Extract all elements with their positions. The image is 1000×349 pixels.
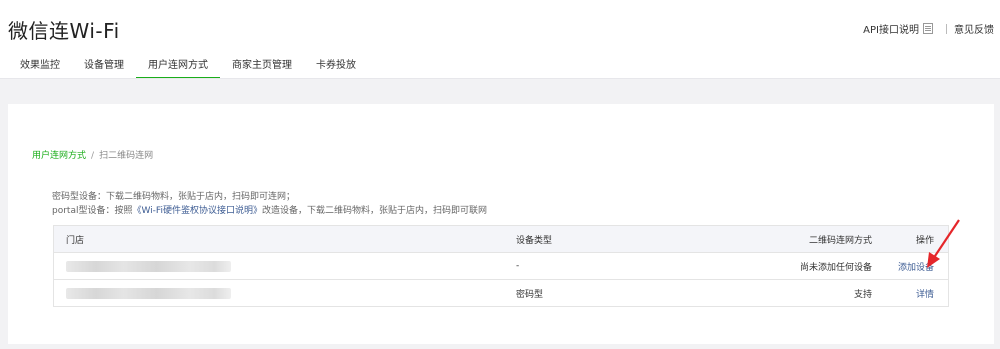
table-row: - 尚未添加任何设备 添加设备 bbox=[53, 252, 949, 280]
device-type-cell: - bbox=[516, 252, 712, 280]
divider bbox=[946, 23, 947, 34]
document-icon[interactable] bbox=[923, 23, 933, 34]
tab-merchant-homepage[interactable]: 商家主页管理 bbox=[220, 56, 304, 78]
breadcrumb: 用户连网方式 / 扫二维码连网 bbox=[32, 148, 153, 161]
redacted-store-name bbox=[66, 287, 231, 299]
main-panel: 用户连网方式 / 扫二维码连网 密码型设备：下载二维码物料，张贴于店内，扫码即可连网… bbox=[8, 104, 994, 344]
page-title: 微信连Wi-Fi bbox=[8, 19, 120, 43]
tab-coupon-delivery[interactable]: 卡券投放 bbox=[304, 56, 368, 78]
store-cell bbox=[53, 252, 516, 280]
table-row: 密码型 支持 详情 bbox=[54, 280, 949, 307]
feedback-link[interactable]: 意见反馈 bbox=[954, 21, 994, 36]
column-header-store: 门店 bbox=[53, 225, 516, 253]
table-header-row: 门店 设备类型 二维码连网方式 操作 bbox=[53, 225, 949, 253]
annotation-arrow-icon bbox=[927, 219, 960, 268]
instructions: 密码型设备：下载二维码物料，张贴于店内，扫码即可连网； portal型设备：按照… bbox=[52, 190, 487, 218]
instruction-password-device: 密码型设备：下载二维码物料，张贴于店内，扫码即可连网； bbox=[52, 192, 296, 202]
instruction-portal-device: portal型设备：按照《Wi-Fi硬件鉴权协议接口说明》改造设备，下载二维码物… bbox=[52, 204, 487, 218]
column-header-qr-method: 二维码连网方式 bbox=[712, 225, 872, 253]
device-table: 门店 设备类型 二维码连网方式 操作 - 尚未添加任何设备 添加设备 密码型 支… bbox=[53, 225, 949, 307]
details-link[interactable]: 详情 bbox=[916, 290, 934, 300]
breadcrumb-current: 扫二维码连网 bbox=[99, 151, 154, 161]
store-cell bbox=[54, 280, 517, 307]
qr-method-cell: 支持 bbox=[853, 289, 872, 300]
action-cell: 详情 bbox=[872, 280, 949, 307]
tab-device-management[interactable]: 设备管理 bbox=[72, 56, 136, 78]
device-type-cell: 密码型 bbox=[516, 289, 544, 300]
hardware-protocol-doc-link[interactable]: 《Wi-Fi硬件鉴权协议接口说明》 bbox=[132, 206, 261, 216]
tab-user-connect-method[interactable]: 用户连网方式 bbox=[136, 56, 220, 79]
breadcrumb-separator: / bbox=[91, 151, 95, 161]
column-header-device-type: 设备类型 bbox=[516, 225, 712, 253]
tab-bar: 效果监控 设备管理 用户连网方式 商家主页管理 卡券投放 bbox=[8, 56, 368, 79]
tab-effect-monitor[interactable]: 效果监控 bbox=[8, 56, 72, 78]
breadcrumb-parent-link[interactable]: 用户连网方式 bbox=[32, 151, 86, 161]
redacted-store-name bbox=[66, 260, 231, 272]
api-docs-link[interactable]: API接口说明 bbox=[863, 21, 919, 36]
top-header: 微信连Wi-Fi API接口说明 意见反馈 效果监控 设备管理 用户连网方式 商… bbox=[0, 0, 1000, 90]
header-links: API接口说明 意见反馈 bbox=[863, 21, 994, 36]
qr-method-cell: 尚未添加任何设备 bbox=[712, 252, 872, 280]
instruction-portal-suffix: 改造设备，下载二维码物料，张贴于店内，扫码即可联网 bbox=[261, 206, 487, 216]
instruction-portal-prefix: portal型设备：按照 bbox=[52, 206, 133, 216]
